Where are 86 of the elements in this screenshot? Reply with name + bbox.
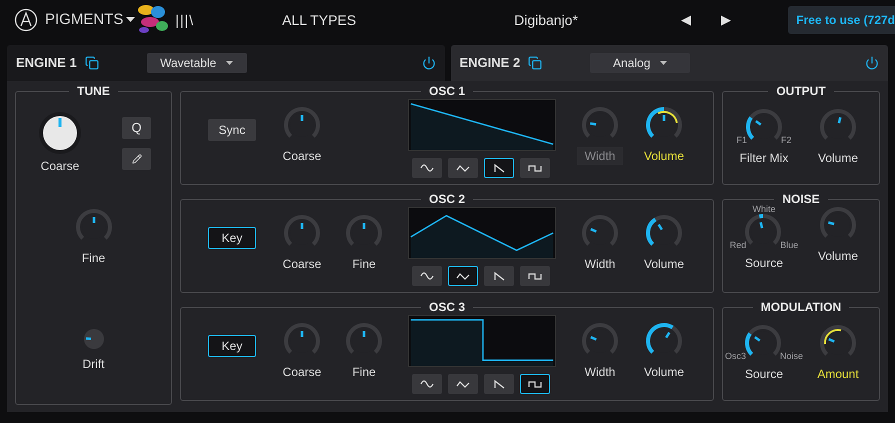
power-icon[interactable] [865, 56, 879, 70]
previous-preset-button[interactable]: ◀ [680, 10, 691, 30]
knob-label: Volume [642, 148, 686, 165]
waveform-button[interactable] [484, 266, 514, 286]
knob-label: Filter Mix [738, 150, 790, 167]
pencil-icon [132, 154, 142, 164]
engine-title: ENGINE 2 [460, 54, 520, 72]
copy-icon[interactable] [84, 56, 99, 70]
panel-title: OSC 3 [428, 301, 466, 313]
copy-icon[interactable] [528, 56, 542, 70]
next-preset-button[interactable]: ▶ [720, 10, 731, 30]
product-name[interactable]: PIGMENTS [45, 8, 124, 32]
knob-label: Source [744, 366, 784, 383]
sine-wave-icon [420, 163, 434, 173]
knob-scale-label: White [752, 205, 776, 214]
saw-wave-icon [492, 163, 506, 173]
triangle-wave-icon [456, 271, 470, 281]
knob-label: Amount [816, 366, 860, 383]
caret-icon[interactable] [126, 17, 136, 23]
knob-label: Volume [816, 150, 860, 167]
sine-wave-icon [420, 379, 434, 389]
engine-type-dropdown[interactable]: Analog [590, 53, 690, 73]
triangle-wave-icon [456, 379, 470, 389]
waveform-button[interactable] [520, 158, 550, 178]
engine-title: ENGINE 1 [16, 54, 77, 72]
knob-scale-label: Osc3 [724, 350, 746, 362]
square-wave-icon [528, 163, 542, 173]
saw-wave-icon [492, 379, 506, 389]
waveform-button[interactable] [484, 158, 514, 178]
waveform-button[interactable] [412, 158, 442, 178]
license-button[interactable]: Free to use (727d [788, 6, 895, 34]
sine-wave-icon [420, 271, 434, 281]
panel-title: TUNE [76, 85, 111, 97]
knob-scale-label: Blue [780, 238, 798, 252]
caret-icon [660, 60, 668, 66]
waveform-button[interactable] [484, 374, 514, 394]
waveform-button[interactable] [448, 374, 478, 394]
knob-label: Drift [82, 356, 106, 373]
draw-button[interactable] [122, 148, 151, 170]
knob-label: Coarse [282, 364, 322, 381]
square-wave-icon [528, 379, 542, 389]
saw-wave-icon [492, 271, 506, 281]
power-icon[interactable] [422, 56, 436, 70]
engine-tab[interactable]: ENGINE 2 Analog [450, 45, 888, 81]
caret-icon [226, 60, 234, 66]
triangle-wave-icon [456, 163, 470, 173]
knob-label: Coarse [282, 256, 322, 273]
panel-title: OSC 1 [428, 85, 466, 97]
quantize-button[interactable]: Q [122, 117, 151, 139]
knob-scale-label: F2 [781, 134, 792, 146]
toggle-button[interactable]: Sync [208, 119, 256, 141]
knob-label: Coarse [282, 148, 322, 165]
engine-type-dropdown[interactable]: Wavetable [146, 53, 247, 73]
category-filter[interactable]: ALL TYPES [282, 10, 356, 30]
waveform-button[interactable] [412, 374, 442, 394]
panel-title: MODULATION [760, 301, 842, 313]
square-wave-icon [528, 271, 542, 281]
knob[interactable] [38, 111, 82, 155]
knob-label: Coarse [40, 158, 80, 175]
waveform-button[interactable] [448, 158, 478, 178]
knob-label: Volume [642, 256, 686, 273]
knob-scale-label: Noise [780, 350, 804, 362]
library-button[interactable]: |||\ [175, 10, 194, 30]
knob-label: Fine [80, 250, 106, 267]
panel-title: OUTPUT [775, 85, 827, 97]
knob-scale-label: F1 [736, 134, 747, 146]
toggle-button[interactable]: Key [208, 227, 256, 249]
knob-scale-label: Red [730, 238, 746, 252]
engine-tab[interactable]: ENGINE 1 Wavetable [7, 45, 444, 81]
knob-label: Width [584, 364, 616, 381]
knob-label: Volume [642, 364, 686, 381]
preset-name[interactable]: Digibanjo* [514, 10, 578, 30]
panel-title: OSC 2 [428, 193, 466, 205]
waveform-button[interactable] [448, 266, 478, 286]
knob-label: Fine [351, 256, 377, 273]
panel-title: NOISE [781, 193, 821, 205]
waveform-button[interactable] [412, 266, 442, 286]
knob-label: Fine [351, 364, 377, 381]
knob-label: Width [584, 256, 616, 273]
knob-label: Volume [816, 248, 860, 265]
logo-icon [14, 8, 38, 32]
knob-label: Source [744, 255, 784, 272]
toggle-button[interactable]: Key [208, 335, 256, 357]
waveform-button[interactable] [520, 266, 550, 286]
waveform-button[interactable] [520, 374, 550, 394]
knob-label: Width [576, 147, 624, 165]
